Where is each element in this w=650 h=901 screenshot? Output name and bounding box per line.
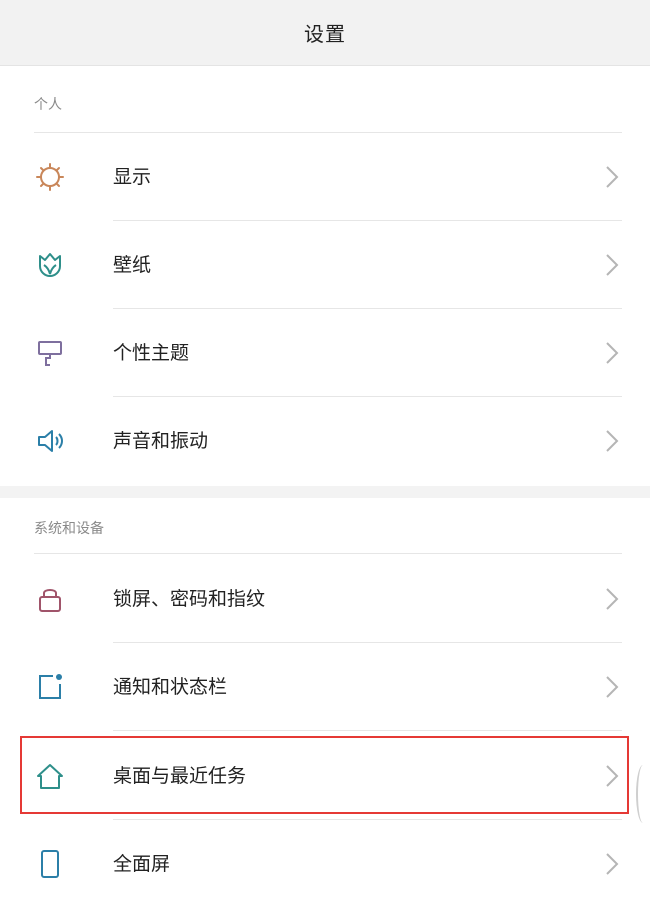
section-title: 系统和设备 (34, 521, 104, 537)
section-gap (0, 486, 650, 498)
chevron-right-icon (604, 852, 620, 876)
chevron-right-icon (604, 341, 620, 365)
settings-item-lockscreen[interactable]: 锁屏、密码和指纹 (0, 555, 650, 643)
chevron-right-icon (604, 764, 620, 788)
chevron-right-icon (604, 675, 620, 699)
settings-item-desktop[interactable]: 桌面与最近任务 (0, 732, 650, 820)
phone-icon (34, 848, 66, 880)
tulip-icon (34, 249, 66, 281)
divider (34, 553, 622, 554)
settings-item-label: 显示 (113, 166, 152, 188)
chevron-right-icon (604, 253, 620, 277)
page-title: 设置 (304, 22, 346, 46)
settings-item-sound[interactable]: 声音和振动 (0, 397, 650, 486)
notification-icon (34, 671, 66, 703)
section-header-personal: 个人 (0, 78, 650, 132)
chevron-right-icon (604, 165, 620, 189)
section-title: 个人 (34, 97, 62, 113)
sun-icon (34, 161, 66, 193)
settings-item-fullscreen[interactable]: 全面屏 (0, 820, 650, 901)
brush-icon (34, 337, 66, 369)
settings-item-wallpaper[interactable]: 壁纸 (0, 221, 650, 309)
title-bar: 设置 (0, 0, 650, 66)
settings-item-label: 个性主题 (113, 342, 190, 364)
settings-item-label: 锁屏、密码和指纹 (113, 588, 266, 610)
settings-item-label: 通知和状态栏 (113, 676, 228, 698)
settings-item-theme[interactable]: 个性主题 (0, 309, 650, 397)
speaker-icon (34, 425, 66, 457)
home-icon (34, 760, 66, 792)
settings-item-display[interactable]: 显示 (0, 133, 650, 221)
settings-item-label: 声音和振动 (113, 430, 209, 452)
section-header-system: 系统和设备 (0, 498, 650, 553)
chevron-right-icon (604, 429, 620, 453)
settings-item-label: 桌面与最近任务 (113, 765, 247, 787)
chevron-right-icon (604, 587, 620, 611)
settings-item-label: 全面屏 (113, 853, 171, 875)
divider (113, 730, 622, 731)
lock-icon (34, 583, 66, 615)
scroll-indicator[interactable] (636, 765, 650, 823)
settings-item-notification[interactable]: 通知和状态栏 (0, 643, 650, 731)
settings-item-label: 壁纸 (113, 254, 152, 276)
